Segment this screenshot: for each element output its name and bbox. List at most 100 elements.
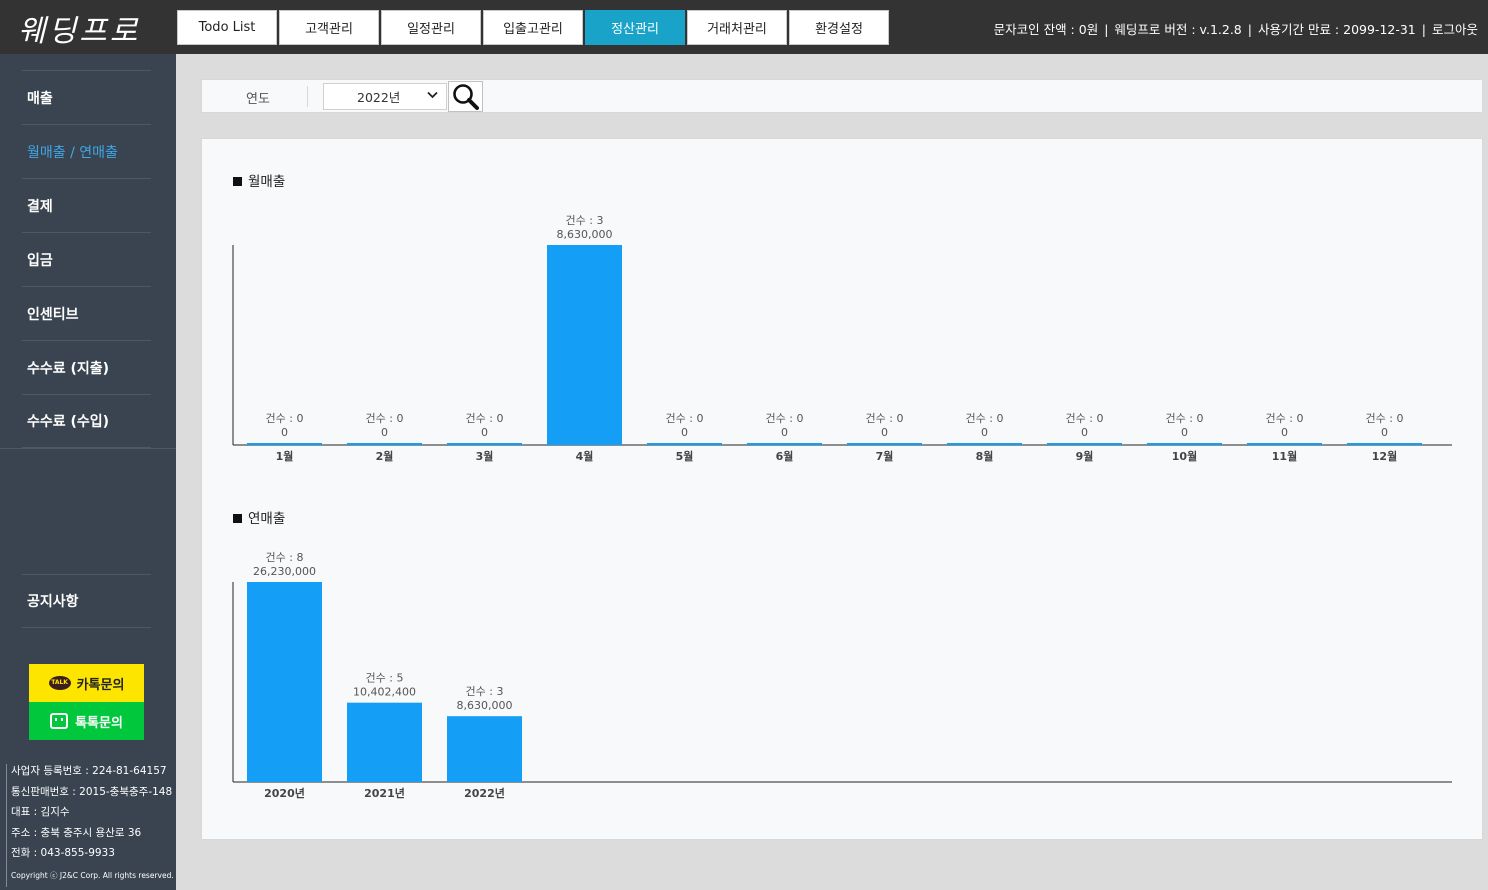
separator: | [1421,22,1426,37]
monthly-bar[interactable] [1347,443,1422,445]
monthly-count-label: 건수 : 0 [666,412,704,425]
yearly-category-label: 2021년 [364,786,405,800]
monthly-bar[interactable] [447,443,522,445]
nav-tab-4[interactable]: 입출고관리 [483,10,583,45]
sidebar-item-1[interactable]: 매출 [22,70,151,124]
title-square-icon [233,514,242,523]
kakao-talk-icon: TALK [48,676,71,690]
monthly-value-label: 0 [381,426,388,439]
talktalk-inquiry-label: 톡톡문의 [75,715,123,731]
yearly-count-label: 건수 : 3 [466,685,504,698]
sidebar-item-5[interactable]: 인센티브 [22,286,151,340]
monthly-category-label: 7월 [876,449,894,463]
monthly-value-label: 0 [1081,426,1088,439]
monthly-value-label: 0 [981,426,988,439]
nav-tab-5[interactable]: 정산관리 [585,10,685,45]
sidebar-item-2[interactable]: 월매출 / 연매출 [22,124,151,178]
search-icon [453,84,479,110]
monthly-category-label: 12월 [1372,449,1397,463]
chart-panel: 월매출 0 건수 : 0 1월 0 건수 : 0 2월 0 건수 : 0 3월 8,630,000… [201,138,1483,840]
sidebar-item-6[interactable]: 수수료 (지출) [22,340,151,394]
monthly-category-label: 9월 [1076,449,1094,463]
monthly-count-label: 건수 : 0 [966,412,1004,425]
yearly-category-label: 2022년 [464,786,505,800]
monthly-category-label: 8월 [976,449,994,463]
mail-order-number: 통신판매번호 : 2015-충북충주-148 [6,784,174,805]
year-label: 연도 [246,92,270,107]
monthly-bar[interactable] [247,443,322,445]
monthly-value-label: 0 [781,426,788,439]
monthly-value-label: 0 [881,426,888,439]
monthly-count-label: 건수 : 0 [466,412,504,425]
filter-divider [307,86,308,107]
yearly-value-label: 26,230,000 [253,565,316,578]
yearly-bar[interactable] [247,582,322,782]
separator: | [1104,22,1109,37]
sidebar-menu: 매출 월매출 / 연매출 결제 입금 인센티브 수수료 (지출) 수수료 (수입) [22,70,151,448]
monthly-category-label: 6월 [776,449,794,463]
business-number: 사업자 등록번호 : 224-81-64157 [6,764,174,785]
monthly-bar[interactable] [347,443,422,445]
ceo-name: 대표 : 김지수 [6,805,174,826]
nav-tab-2[interactable]: 고객관리 [279,10,379,45]
yearly-sales-chart: 26,230,000건수 : 8 2020년 10,402,400건수 : 5 202… [232,551,1452,800]
monthly-count-label: 건수 : 0 [866,412,904,425]
monthly-count-label: 건수 : 3 [566,214,604,227]
monthly-category-label: 10월 [1172,449,1197,463]
talktalk-inquiry-button[interactable]: 톡톡문의 [29,702,144,740]
expiry-date: 사용기간 만료 : 2099-12-31 [1257,22,1416,37]
title-square-icon [233,177,242,186]
yearly-count-label: 건수 : 8 [266,551,304,564]
logout-link[interactable]: 로그아웃 [1432,22,1478,37]
monthly-value-label: 0 [1381,426,1388,439]
monthly-value-label: 0 [1181,426,1188,439]
monthly-category-label: 1월 [276,449,294,463]
top-bar: 웨딩프로 Todo List 고객관리 일정관리 입출고관리 정산관리 거래처관리 환경설정… [0,0,1488,54]
monthly-bar[interactable] [847,443,922,445]
monthly-sales-chart: 0건수 : 01월0건수 : 02월0건수 : 03월8,630,000건수 :… [232,214,1452,463]
nav-tab-1[interactable]: Todo List [177,10,277,45]
separator: | [1247,22,1252,37]
copyright: Copyright ⓒ J2&C Corp. All rights reserv… [6,866,174,887]
monthly-bar[interactable] [1247,443,1322,445]
monthly-category-label: 4월 [576,449,594,463]
search-button[interactable] [448,81,483,112]
year-select-value: 2022년 [357,90,401,105]
nav-tab-7[interactable]: 환경설정 [789,10,889,45]
sms-balance: 문자코인 잔액 : 0원 [993,22,1099,37]
monthly-bar[interactable] [1047,443,1122,445]
monthly-category-label: 3월 [476,449,494,463]
header-info: 문자코인 잔액 : 0원 | 웨딩프로 버전 : v.1.2.8 | 사용기간 만료 :… [994,19,1478,38]
monthly-category-label: 5월 [676,449,694,463]
monthly-chart-title-text: 월매출 [248,174,286,190]
yearly-category-label: 2020년 [264,786,305,800]
sidebar-item-3[interactable]: 결제 [22,178,151,232]
monthly-count-label: 건수 : 0 [1366,412,1404,425]
kakao-inquiry-button[interactable]: TALK 카톡문의 [29,664,144,702]
monthly-bar[interactable] [1147,443,1222,445]
monthly-value-label: 0 [1281,426,1288,439]
company-phone: 전화 : 043-855-9933 [6,846,174,867]
monthly-category-label: 2월 [376,449,394,463]
monthly-bar[interactable] [747,443,822,445]
nav-tab-6[interactable]: 거래처관리 [687,10,787,45]
monthly-value-label: 8,630,000 [557,228,613,241]
company-info: 사업자 등록번호 : 224-81-64157 통신판매번호 : 2015-충북… [6,764,174,887]
nav-tab-3[interactable]: 일정관리 [381,10,481,45]
monthly-bar[interactable] [547,245,622,445]
app-logo[interactable]: 웨딩프로 [18,6,140,50]
yearly-bar[interactable] [447,716,522,782]
yearly-bar[interactable] [347,702,422,782]
chevron-down-icon [427,89,438,103]
monthly-count-label: 건수 : 0 [1266,412,1304,425]
company-address: 주소 : 충북 충주시 용산로 36 [6,825,174,846]
yearly-value-label: 10,402,400 [353,686,416,699]
sidebar-item-notice[interactable]: 공지사항 [22,574,151,628]
monthly-count-label: 건수 : 0 [366,412,404,425]
monthly-bar[interactable] [647,443,722,445]
sidebar-item-4[interactable]: 입금 [22,232,151,286]
year-select[interactable]: 2022년 [323,83,447,110]
sidebar-item-7[interactable]: 수수료 (수입) [22,394,151,448]
yearly-count-label: 건수 : 5 [366,672,404,685]
monthly-bar[interactable] [947,443,1022,445]
